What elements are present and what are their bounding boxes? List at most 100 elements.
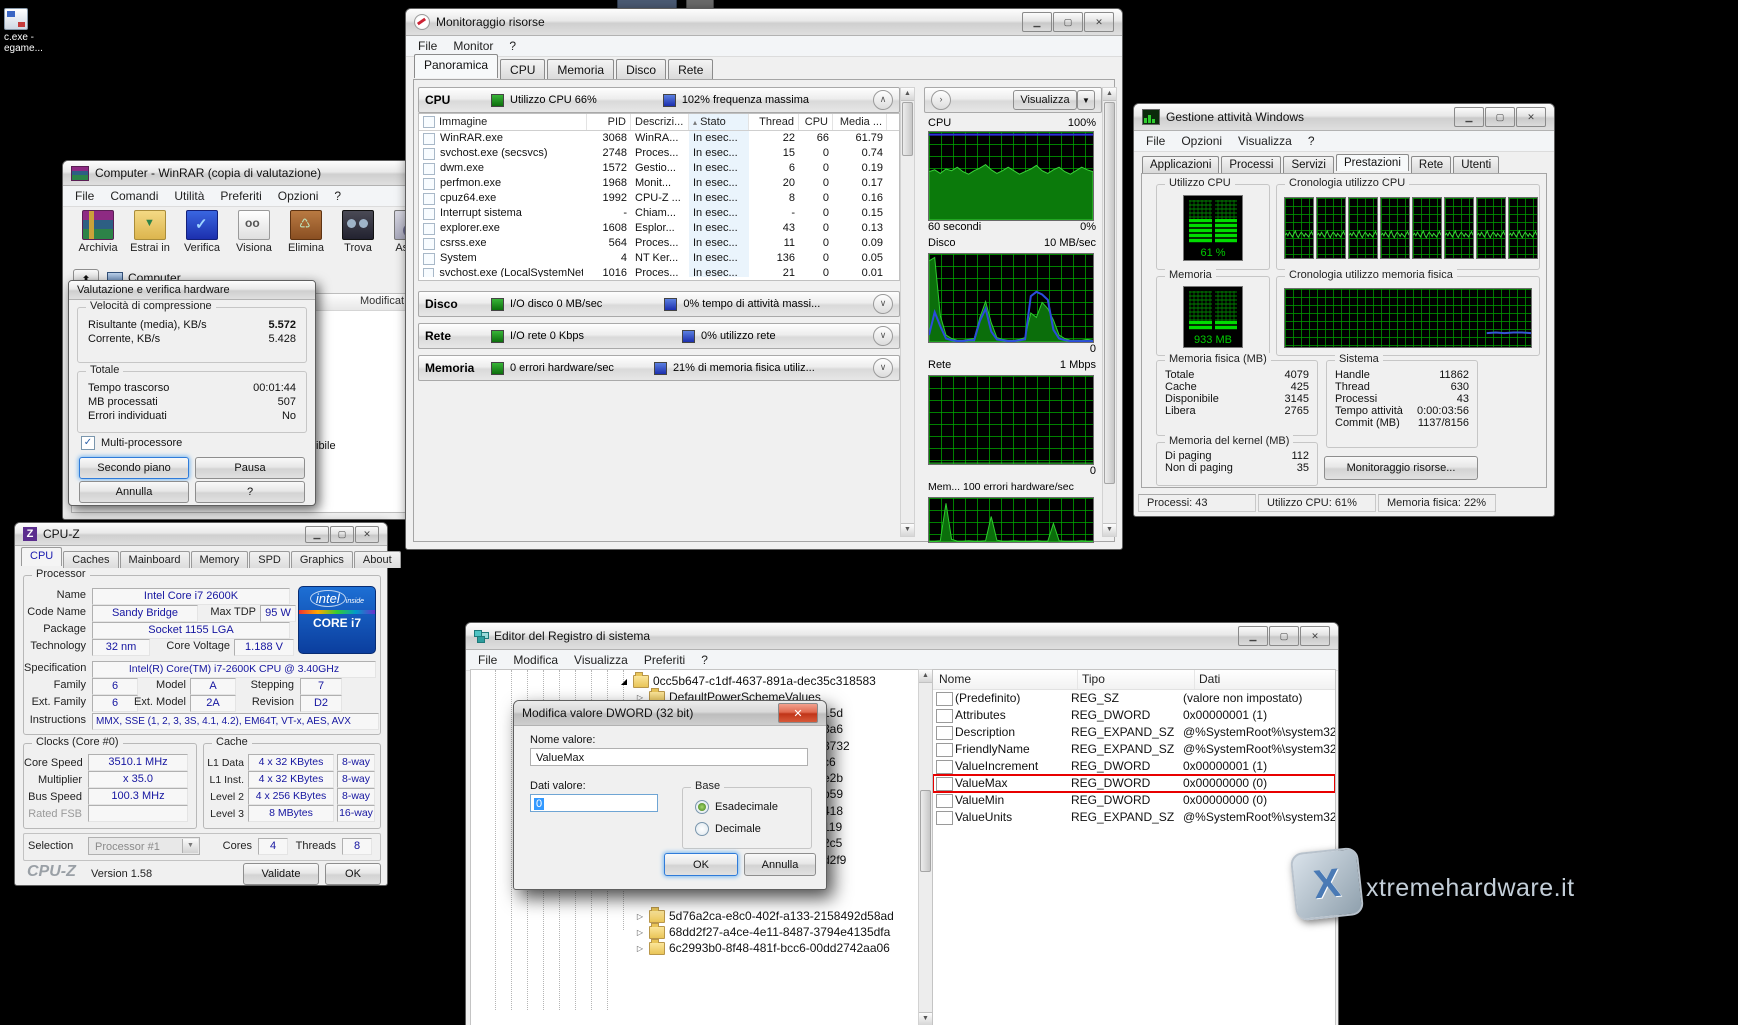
scrollbar-thumb[interactable] xyxy=(902,102,913,156)
scroll-up-icon[interactable]: ▲ xyxy=(901,88,914,101)
winrar-toolbar-button[interactable]: Elimina xyxy=(281,207,331,265)
taskman-menu-item[interactable]: ? xyxy=(1300,132,1323,150)
table-row[interactable]: explorer.exe 1608 Esplor... In esec... 4… xyxy=(419,221,899,236)
resmon-menu-item[interactable]: ? xyxy=(501,37,524,55)
table-row[interactable]: dwm.exe 1572 Gestio... In esec... 6 0 0.… xyxy=(419,161,899,176)
tree-guid-fragment[interactable]: e2b xyxy=(823,771,850,787)
registry-value-row[interactable]: ValueMin REG_DWORD 0x00000000 (0) xyxy=(933,792,1335,809)
scroll-down-icon[interactable]: ▼ xyxy=(919,1012,932,1025)
scroll-up-icon[interactable]: ▲ xyxy=(1103,88,1116,101)
minimize-icon[interactable]: ▁ xyxy=(305,526,329,543)
registry-value-row[interactable]: (Predefinito) REG_SZ (valore non imposta… xyxy=(933,690,1335,707)
maximize-icon[interactable]: ▢ xyxy=(1485,107,1515,127)
resmon-table-header[interactable]: Immagine PID Descrizi... ▴ Stato Thread … xyxy=(419,114,899,131)
table-row[interactable]: csrss.exe 564 Proces... In esec... 11 0 … xyxy=(419,236,899,251)
dword-data-input[interactable]: 0 xyxy=(530,794,658,812)
winrar-menu-item[interactable]: Preferiti xyxy=(212,187,269,205)
table-row[interactable]: WinRAR.exe 3068 WinRA... In esec... 22 6… xyxy=(419,131,899,146)
taskman-tab[interactable]: Rete xyxy=(1411,156,1451,173)
regedit-menu-item[interactable]: Modifica xyxy=(505,651,566,669)
col-dati[interactable]: Dati xyxy=(1195,670,1335,689)
winrar-toolbar-button[interactable]: Visiona xyxy=(229,207,279,265)
row-checkbox[interactable] xyxy=(423,223,435,235)
header-checkbox[interactable] xyxy=(423,116,435,128)
tree-item[interactable]: 68dd2f27-a4ce-4e11-8487-3794e4135dfa xyxy=(635,924,894,940)
taskman-menu-item[interactable]: Visualizza xyxy=(1230,132,1300,150)
taskman-menu-item[interactable]: Opzioni xyxy=(1173,132,1230,150)
row-checkbox[interactable] xyxy=(423,163,435,175)
regedit-menu-item[interactable]: File xyxy=(470,651,505,669)
open-resource-monitor-button[interactable]: Monitoraggio risorse... xyxy=(1324,456,1478,480)
benchmark-button[interactable]: Annulla xyxy=(79,481,189,503)
col-pid[interactable]: PID xyxy=(587,114,631,130)
tree-guid-fragment[interactable]: b59 xyxy=(823,787,850,803)
winrar-menu-item[interactable]: Utilità xyxy=(166,187,212,205)
table-row[interactable]: perfmon.exe 1968 Monit... In esec... 20 … xyxy=(419,176,899,191)
winrar-toolbar-button[interactable]: Trova xyxy=(333,207,383,265)
tree-guid-fragment[interactable]: 418 xyxy=(823,804,850,820)
resmon-disco-section-bar[interactable]: Disco I/O disco 0 MB/sec 0% tempo di att… xyxy=(418,291,900,317)
taskman-tab[interactable]: Processi xyxy=(1221,156,1281,173)
radio-icon[interactable] xyxy=(695,800,709,814)
winrar-menu-item[interactable]: Comandi xyxy=(102,187,166,205)
chevron-down-icon[interactable]: ▼ xyxy=(1077,90,1095,110)
tree-item[interactable]: 5d76a2ca-e8c0-402f-a133-2158492d58ad xyxy=(635,908,894,924)
row-checkbox[interactable] xyxy=(423,133,435,145)
row-checkbox[interactable] xyxy=(423,208,435,220)
table-row[interactable]: cpuz64.exe 1992 CPU-Z ... In esec... 8 0… xyxy=(419,191,899,206)
row-checkbox[interactable] xyxy=(423,178,435,190)
benchmark-titlebar[interactable]: Valutazione e verifica hardware xyxy=(69,281,315,300)
base-radio-option[interactable]: Decimale xyxy=(695,822,811,836)
cpuz-tab[interactable]: Caches xyxy=(63,551,118,568)
expand-chevron-icon[interactable]: ∨ xyxy=(873,358,893,378)
taskman-tab[interactable]: Applicazioni xyxy=(1142,156,1219,173)
expand-chevron-icon[interactable]: ∨ xyxy=(873,326,893,346)
resmon-process-table[interactable]: Immagine PID Descrizi... ▴ Stato Thread … xyxy=(418,113,900,281)
dword-ok-button[interactable]: OK xyxy=(664,853,738,876)
dword-name-field[interactable]: ValueMax xyxy=(530,748,808,766)
panel-collapse-icon[interactable]: › xyxy=(931,90,951,110)
col-cpu[interactable]: CPU xyxy=(799,114,833,130)
benchmark-button[interactable]: Pausa xyxy=(195,457,305,479)
taskman-tab[interactable]: Utenti xyxy=(1453,156,1499,173)
cpuz-ok-button[interactable]: OK xyxy=(325,863,381,885)
col-tipo[interactable]: Tipo xyxy=(1078,670,1195,689)
benchmark-button[interactable]: ? xyxy=(195,481,305,503)
regedit-menu-item[interactable]: Visualizza xyxy=(566,651,636,669)
resmon-rete-section-bar[interactable]: Rete I/O rete 0 Kbps 0% utilizzo rete ∨ xyxy=(418,323,900,349)
tree-item[interactable]: 6c2993b0-8f48-481f-bcc6-00dd2742aa06 xyxy=(635,940,894,956)
cpuz-tab[interactable]: About xyxy=(354,551,401,568)
taskman-menu-item[interactable]: File xyxy=(1138,132,1173,150)
processor-select[interactable]: Processor #1 ▼ xyxy=(88,837,200,855)
registry-value-row[interactable]: ValueUnits REG_EXPAND_SZ @%SystemRoot%\s… xyxy=(933,809,1335,826)
tree-expander-icon[interactable] xyxy=(635,944,645,953)
chevron-down-icon[interactable]: ▼ xyxy=(182,839,198,853)
col-nome[interactable]: Nome xyxy=(933,670,1078,689)
tree-guid-fragment[interactable]: 3a6 xyxy=(823,722,850,738)
resmon-tab[interactable]: CPU xyxy=(500,59,545,80)
scroll-down-icon[interactable]: ▼ xyxy=(901,523,914,536)
resmon-tab[interactable]: Disco xyxy=(616,59,666,80)
table-row[interactable]: Interrupt sistema - Chiam... In esec... … xyxy=(419,206,899,221)
tree-guid-fragment[interactable]: d2f9 xyxy=(823,853,850,869)
resmon-menu-item[interactable]: File xyxy=(410,37,445,55)
radio-icon[interactable] xyxy=(695,822,709,836)
scroll-down-icon[interactable]: ▼ xyxy=(1103,523,1116,536)
winrar-menu-item[interactable]: Opzioni xyxy=(270,187,327,205)
resmon-titlebar[interactable]: Monitoraggio risorse ▁ ▢ ✕ xyxy=(406,9,1122,36)
tree-guid-fragment[interactable]: c6 xyxy=(823,755,850,771)
resmon-tab[interactable]: Panoramica xyxy=(414,54,498,78)
close-icon[interactable]: ✕ xyxy=(778,703,818,723)
col-media[interactable]: Media ... xyxy=(833,114,887,130)
resmon-memoria-section-bar[interactable]: Memoria 0 errori hardware/sec 21% di mem… xyxy=(418,355,900,381)
registry-value-row[interactable]: ValueMax REG_DWORD 0x00000000 (0) xyxy=(933,775,1335,792)
scrollbar-thumb[interactable] xyxy=(920,790,931,872)
tree-guid-fragment[interactable]: 3732 xyxy=(823,739,850,755)
cpuz-titlebar[interactable]: Z CPU-Z ▁ ▢ ✕ xyxy=(15,523,387,546)
cpuz-tab[interactable]: Mainboard xyxy=(120,551,190,568)
col-stato[interactable]: ▴ Stato xyxy=(689,114,749,130)
benchmark-button[interactable]: Secondo piano xyxy=(79,457,189,479)
maximize-icon[interactable]: ▢ xyxy=(330,526,354,543)
regedit-tree-scrollbar[interactable]: ▲ ▼ xyxy=(918,669,933,1025)
registry-value-row[interactable]: Description REG_EXPAND_SZ @%SystemRoot%\… xyxy=(933,724,1335,741)
